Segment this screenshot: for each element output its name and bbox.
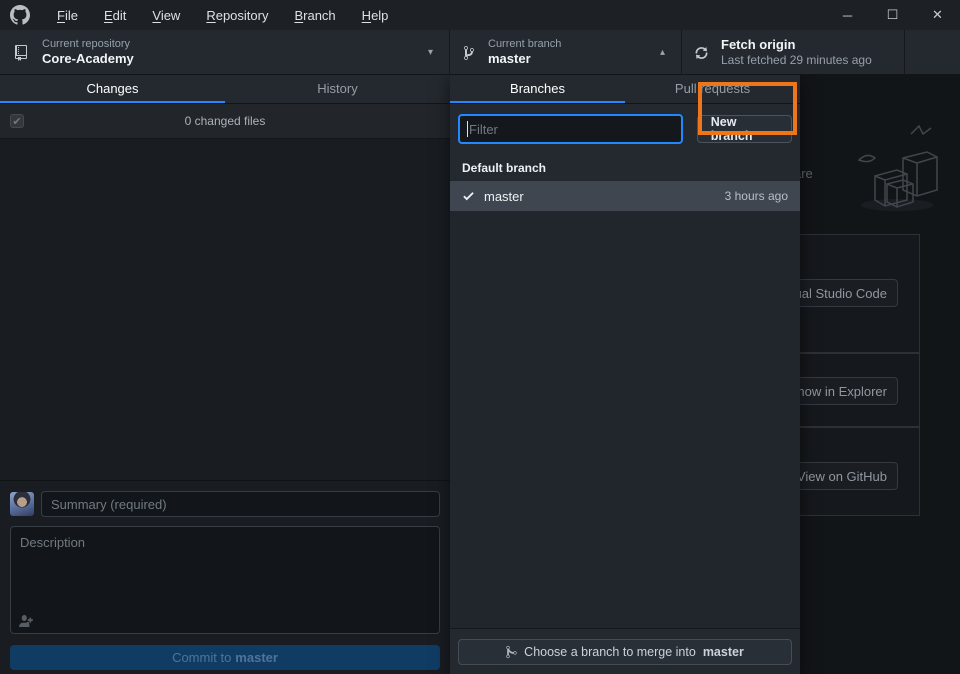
menu-branch[interactable]: Branch <box>283 4 346 27</box>
merge-branch-button[interactable]: Choose a branch to merge into master <box>458 639 792 665</box>
commit-button-prefix: Commit to <box>172 650 231 665</box>
menu-edit[interactable]: Edit <box>93 4 137 27</box>
sync-icon <box>695 45 708 61</box>
avatar <box>10 492 34 516</box>
commit-form: Summary (required) Description Commit to… <box>0 480 450 674</box>
commit-button-branch: master <box>235 650 278 665</box>
branch-list-empty <box>450 211 800 628</box>
chevron-up-icon: ▴ <box>660 47 665 58</box>
current-repository-button[interactable]: Current repository Core-Academy ▾ <box>0 30 450 75</box>
branches-pr-tabs: Branches Pull requests <box>450 75 800 104</box>
branches-panel-footer: Choose a branch to merge into master <box>450 628 800 674</box>
check-icon <box>462 189 475 203</box>
menu-view[interactable]: View <box>141 4 191 27</box>
changes-pane: Changes History ✔ 0 changed files Summar… <box>0 75 450 674</box>
select-all-checkbox[interactable]: ✔ <box>10 114 24 128</box>
default-branch-header: Default branch <box>450 154 800 181</box>
repo-icon <box>13 45 29 61</box>
fetch-origin-button[interactable]: Fetch origin Last fetched 29 minutes ago <box>682 30 905 75</box>
current-branch-value: master <box>488 51 561 67</box>
fetch-origin-label: Fetch origin <box>721 37 872 53</box>
menu-bar: FileEditViewRepositoryBranchHelp <box>46 4 399 27</box>
current-repository-label: Current repository <box>42 38 134 52</box>
branches-foldout: Branches Pull requests Filter New branch… <box>450 75 800 674</box>
tab-history[interactable]: History <box>225 75 450 103</box>
current-repository-value: Core-Academy <box>42 51 134 67</box>
tab-branches[interactable]: Branches <box>450 75 625 103</box>
commit-button[interactable]: Commit to master <box>10 645 440 670</box>
view-on-github-label: View on GitHub <box>797 469 887 484</box>
fetch-origin-status: Last fetched 29 minutes ago <box>721 53 872 68</box>
branch-row-master[interactable]: master 3 hours ago <box>450 181 800 211</box>
maximize-button[interactable]: ☐ <box>870 0 915 30</box>
summary-placeholder: Summary (required) <box>51 497 167 512</box>
changes-list-empty <box>0 139 450 480</box>
boxes-illustration <box>845 108 945 223</box>
changed-files-count: 0 changed files <box>0 114 450 128</box>
github-logo-icon <box>10 5 30 25</box>
git-branch-icon <box>463 45 475 61</box>
tab-pull-requests[interactable]: Pull requests <box>625 75 800 103</box>
menu-help[interactable]: Help <box>351 4 400 27</box>
branch-filter-row: Filter New branch <box>450 104 800 154</box>
branch-time: 3 hours ago <box>725 189 788 203</box>
branch-filter-input[interactable]: Filter <box>458 114 683 144</box>
summary-input[interactable]: Summary (required) <box>41 491 440 517</box>
text-caret <box>467 121 468 137</box>
toolbar: Current repository Core-Academy ▾ Curren… <box>0 30 960 75</box>
show-in-explorer-label: Show in Explorer <box>789 384 887 399</box>
chevron-down-icon: ▾ <box>428 47 433 58</box>
github-desktop-window: FileEditViewRepositoryBranchHelp ─ ☐ ✕ C… <box>0 0 960 674</box>
add-coauthor-icon[interactable] <box>19 615 33 627</box>
branch-name: master <box>484 189 524 204</box>
window-controls: ─ ☐ ✕ <box>825 0 960 30</box>
description-input[interactable]: Description <box>10 526 440 634</box>
current-branch-label: Current branch <box>488 38 561 52</box>
merge-button-text: Choose a branch to merge into <box>524 645 696 659</box>
menu-file[interactable]: File <box>46 4 89 27</box>
titlebar: FileEditViewRepositoryBranchHelp ─ ☐ ✕ <box>0 0 960 30</box>
tab-changes[interactable]: Changes <box>0 75 225 103</box>
new-branch-label: New branch <box>711 115 778 143</box>
minimize-button[interactable]: ─ <box>825 0 870 30</box>
close-button[interactable]: ✕ <box>915 0 960 30</box>
git-merge-icon <box>506 645 517 659</box>
open-in-editor-label: sual Studio Code <box>788 286 887 301</box>
description-placeholder: Description <box>20 535 85 550</box>
new-branch-button[interactable]: New branch <box>697 115 792 143</box>
current-branch-button[interactable]: Current branch master ▴ <box>450 30 682 75</box>
merge-button-branch: master <box>703 645 744 659</box>
changes-history-tabs: Changes History <box>0 75 450 104</box>
filter-placeholder: Filter <box>469 122 498 137</box>
changed-files-header: ✔ 0 changed files <box>0 104 450 139</box>
menu-repository[interactable]: Repository <box>195 4 279 27</box>
